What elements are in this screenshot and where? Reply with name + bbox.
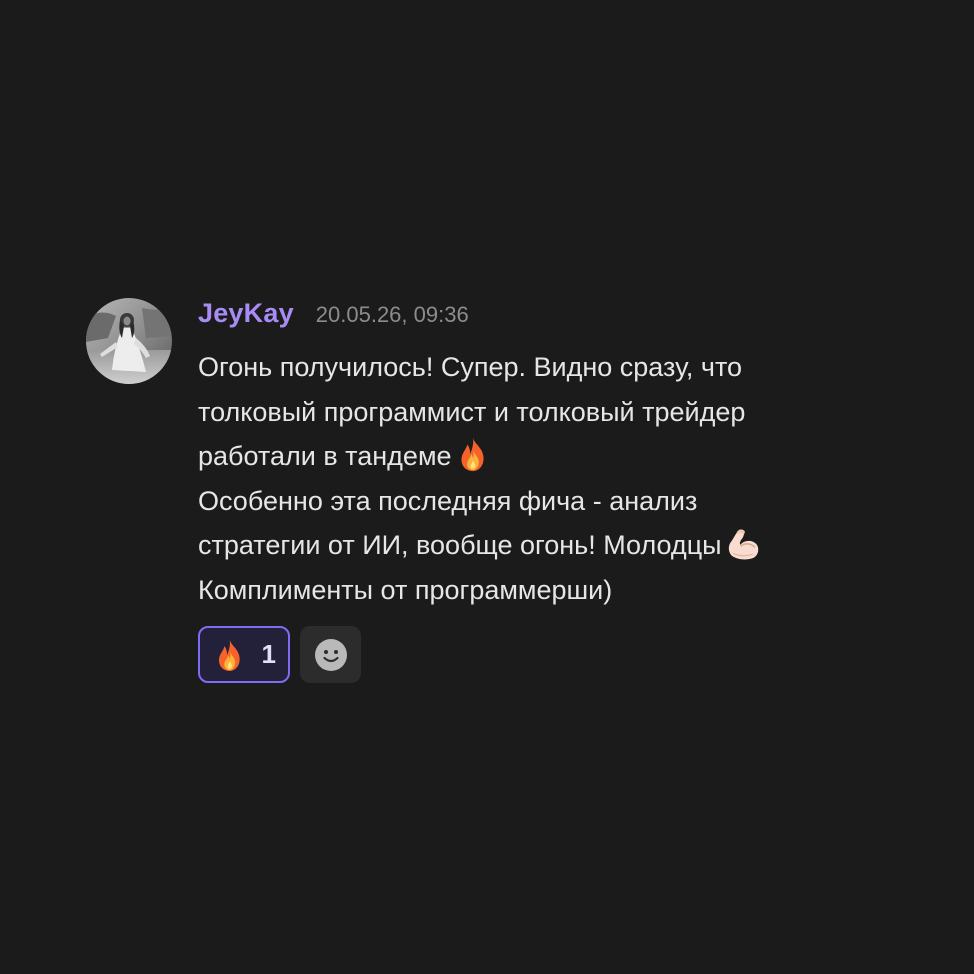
author-name[interactable]: JeyKay <box>198 298 294 329</box>
reaction-fire[interactable]: 1 <box>198 626 290 683</box>
message-line: Особенно эта последняя фича - анализ <box>198 485 698 516</box>
message-line: Комплименты от программерши) <box>198 574 613 605</box>
fire-emoji-icon <box>218 639 240 671</box>
reactions-bar: 1 <box>198 626 878 683</box>
add-reaction-button[interactable] <box>300 626 361 683</box>
message-content: JeyKay 20.05.26, 09:36 Огонь получилось!… <box>198 298 878 683</box>
reaction-count: 1 <box>261 639 276 669</box>
smiley-icon <box>314 638 347 671</box>
flexed-biceps-emoji-icon <box>728 529 758 560</box>
avatar-photo <box>86 298 172 384</box>
message-line: работали в тандеме <box>198 434 878 479</box>
message-line: Огонь получилось! Супер. Видно сразу, чт… <box>198 352 743 382</box>
chat-view: JeyKay 20.05.26, 09:36 Огонь получилось!… <box>0 0 974 974</box>
fire-emoji-icon <box>461 437 484 472</box>
message-timestamp: 20.05.26, 09:36 <box>315 302 469 327</box>
message-header: JeyKay 20.05.26, 09:36 <box>198 298 878 342</box>
message-line: толковый программист и толковый трейдер <box>198 396 746 427</box>
message-text: Огонь получилось! Супер. Видно сразу, чт… <box>198 345 878 612</box>
avatar[interactable] <box>86 298 172 384</box>
message-line: стратегии от ИИ, вообще огонь! Молодцы <box>198 523 878 568</box>
